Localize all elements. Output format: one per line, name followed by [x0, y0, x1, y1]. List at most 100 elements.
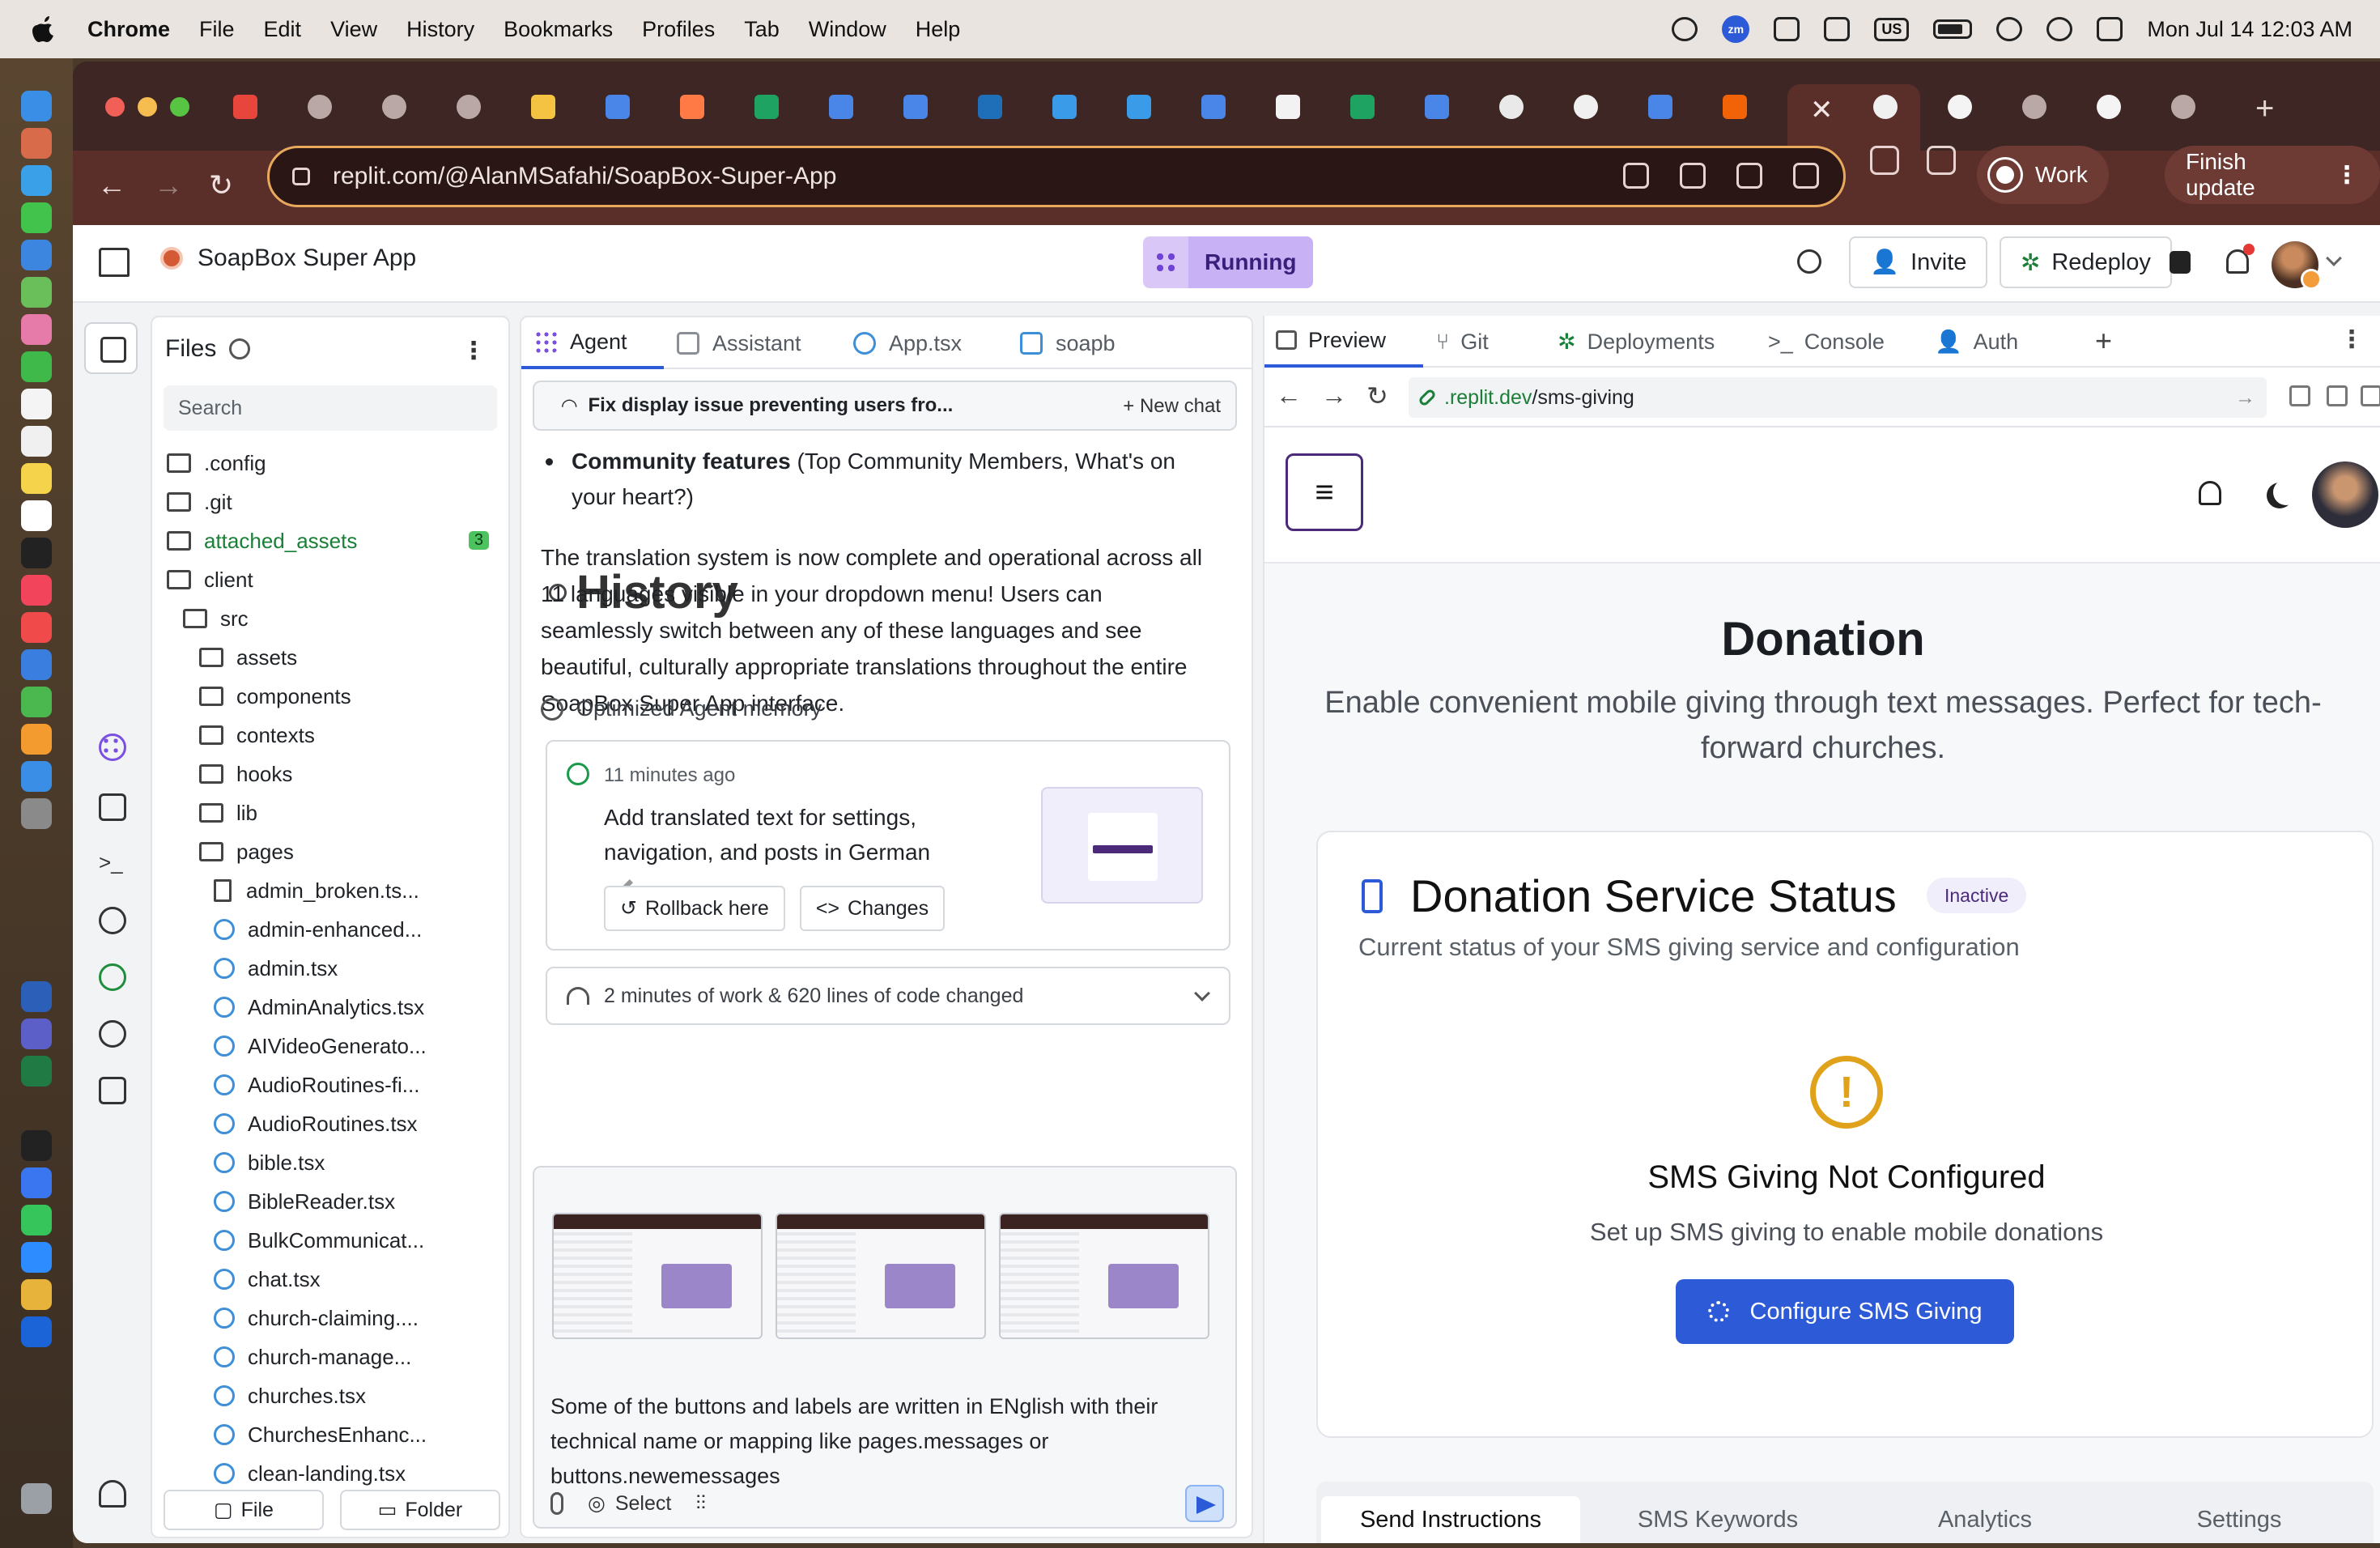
- battery-icon[interactable]: [1933, 19, 1973, 39]
- invite-button[interactable]: 👤 Invite: [1849, 236, 1988, 288]
- file-item[interactable]: AIVideoGenerato...: [214, 1028, 500, 1064]
- tab-drive-icon[interactable]: [531, 95, 555, 119]
- tab-deployments[interactable]: ✲ Deployments: [1546, 316, 1757, 368]
- location-icon[interactable]: [1623, 163, 1649, 189]
- tab-app-tsx[interactable]: App.tsx: [840, 317, 1007, 369]
- zoom-icon[interactable]: zm: [1722, 15, 1750, 43]
- agent-tool-icon[interactable]: [99, 734, 126, 761]
- tab-gmail-icon[interactable]: [233, 95, 257, 119]
- select-element-button[interactable]: ◎ Select: [588, 1491, 671, 1516]
- tab-google-icon[interactable]: [1948, 95, 1972, 119]
- files-more-icon[interactable]: ⋮: [461, 337, 486, 365]
- help-icon[interactable]: ?: [99, 1542, 126, 1543]
- menu-bookmarks[interactable]: Bookmarks: [504, 17, 613, 42]
- tab-google-icon[interactable]: [2097, 95, 2121, 119]
- attached-screenshot[interactable]: [776, 1213, 986, 1339]
- file-item[interactable]: church-claiming....: [214, 1300, 500, 1336]
- menu-profiles[interactable]: Profiles: [642, 17, 715, 42]
- folder-item[interactable]: src: [183, 601, 500, 636]
- work-summary-row[interactable]: 2 minutes of work & 620 lines of code ch…: [546, 967, 1230, 1025]
- tab-sms-keywords[interactable]: SMS Keywords: [1588, 1496, 1847, 1543]
- file-item[interactable]: BibleReader.tsx: [214, 1184, 500, 1219]
- tab-github-icon[interactable]: [1873, 95, 1898, 119]
- tab-search-icon[interactable]: [1927, 146, 1956, 175]
- dock-finder-icon[interactable]: [21, 91, 52, 121]
- files-tool-icon[interactable]: [84, 322, 138, 374]
- folder-item[interactable]: assets: [199, 640, 500, 675]
- rollback-button[interactable]: ↺ Rollback here: [604, 886, 785, 931]
- dock-news-icon[interactable]: [21, 612, 52, 643]
- forward-arrow-icon[interactable]: →: [1321, 381, 1347, 410]
- file-item[interactable]: admin_broken.ts...: [214, 873, 500, 908]
- folder-item[interactable]: hooks: [199, 756, 500, 792]
- deploy-tool-icon[interactable]: [99, 963, 126, 991]
- spotlight-search-icon[interactable]: [2046, 17, 2073, 41]
- menubar-clock[interactable]: Mon Jul 14 12:03 AM: [2147, 17, 2352, 42]
- dock-photos-icon[interactable]: [21, 314, 52, 345]
- file-item[interactable]: chat.tsx: [214, 1261, 500, 1297]
- tab-agent[interactable]: Agent: [521, 317, 664, 369]
- new-file-button[interactable]: ▢ File: [164, 1490, 324, 1530]
- go-arrow-icon[interactable]: →: [2235, 386, 2255, 410]
- tab-hubspot-icon[interactable]: [680, 95, 704, 119]
- preview-more-icon[interactable]: ⋮: [2340, 325, 2364, 354]
- screen-share-icon[interactable]: [1672, 17, 1698, 41]
- preview-tool-icon[interactable]: [99, 793, 126, 821]
- attached-screenshot[interactable]: [999, 1213, 1209, 1339]
- menu-tab[interactable]: Tab: [744, 17, 780, 42]
- tab-assistant[interactable]: Assistant: [664, 317, 840, 369]
- input-source-indicator[interactable]: US: [1874, 17, 1910, 41]
- window-toggle-icon[interactable]: [2170, 251, 2191, 274]
- menu-edit[interactable]: Edit: [264, 17, 302, 42]
- configure-sms-button[interactable]: Configure SMS Giving: [1676, 1279, 2014, 1344]
- dock-messages-icon[interactable]: [21, 202, 52, 233]
- file-item[interactable]: ChurchesEnhanc...: [214, 1417, 500, 1452]
- files-search-input[interactable]: Search: [164, 385, 497, 431]
- dark-mode-moon-icon[interactable]: [2273, 479, 2299, 505]
- site-user-avatar[interactable]: [2312, 461, 2378, 528]
- dock-notes-icon[interactable]: [21, 463, 52, 494]
- device-toggle-icon[interactable]: [2289, 385, 2310, 406]
- address-bar[interactable]: replit.com/@AlanMSafahi/SoapBox-Super-Ap…: [267, 146, 1846, 207]
- attached-screenshot[interactable]: [552, 1213, 763, 1339]
- new-tab-icon[interactable]: +: [2255, 91, 2274, 127]
- folder-item[interactable]: contexts: [199, 717, 500, 753]
- dock-music-icon[interactable]: [21, 575, 52, 606]
- all-tools-icon[interactable]: [99, 1077, 126, 1104]
- back-arrow-icon[interactable]: ←: [1276, 381, 1302, 410]
- run-status-button[interactable]: Running: [1143, 236, 1313, 288]
- key-icon[interactable]: [1680, 163, 1706, 189]
- file-item[interactable]: clean-landing.tsx: [214, 1456, 500, 1491]
- file-item[interactable]: admin-enhanced...: [214, 912, 500, 947]
- tab-safari-icon[interactable]: [1052, 95, 1077, 119]
- menu-file[interactable]: File: [199, 17, 235, 42]
- database-tool-icon[interactable]: [99, 907, 126, 934]
- dock-settings-icon[interactable]: [21, 798, 52, 829]
- tab-safari-icon[interactable]: [1127, 95, 1151, 119]
- teams-icon[interactable]: [1824, 17, 1851, 41]
- tab-openai-icon[interactable]: [1499, 95, 1524, 119]
- site-bell-icon[interactable]: [2199, 481, 2221, 505]
- auth-tool-icon[interactable]: [99, 1020, 126, 1048]
- extensions-icon[interactable]: [1870, 146, 1899, 175]
- finish-update-button[interactable]: Finish update ⋮: [2165, 146, 2380, 204]
- dock-1password-icon[interactable]: [21, 1316, 52, 1347]
- dock-word-icon[interactable]: [21, 981, 52, 1012]
- folder-item[interactable]: components: [199, 678, 500, 714]
- bookmark-star-icon[interactable]: [1793, 163, 1819, 189]
- dock-calendar-icon[interactable]: [21, 389, 52, 419]
- alerts-icon[interactable]: [99, 1480, 126, 1508]
- tab-app-icon[interactable]: [1276, 95, 1300, 119]
- folder-item[interactable]: .config: [167, 445, 500, 481]
- tab-console[interactable]: >_ Console: [1757, 316, 1923, 368]
- dock-launchpad-icon[interactable]: [21, 128, 52, 159]
- add-tab-icon[interactable]: +: [2095, 324, 2112, 358]
- dock-trash-icon[interactable]: [21, 1483, 52, 1514]
- dock-facetime-icon[interactable]: [21, 351, 52, 382]
- tab-docs-icon[interactable]: [606, 95, 630, 119]
- notifications-bell-icon[interactable]: [2226, 244, 2255, 274]
- search-icon[interactable]: [1797, 249, 1821, 274]
- back-arrow-icon[interactable]: ←: [97, 168, 126, 202]
- changes-button[interactable]: <> Changes: [799, 886, 946, 931]
- tab-docs-icon[interactable]: [903, 95, 928, 119]
